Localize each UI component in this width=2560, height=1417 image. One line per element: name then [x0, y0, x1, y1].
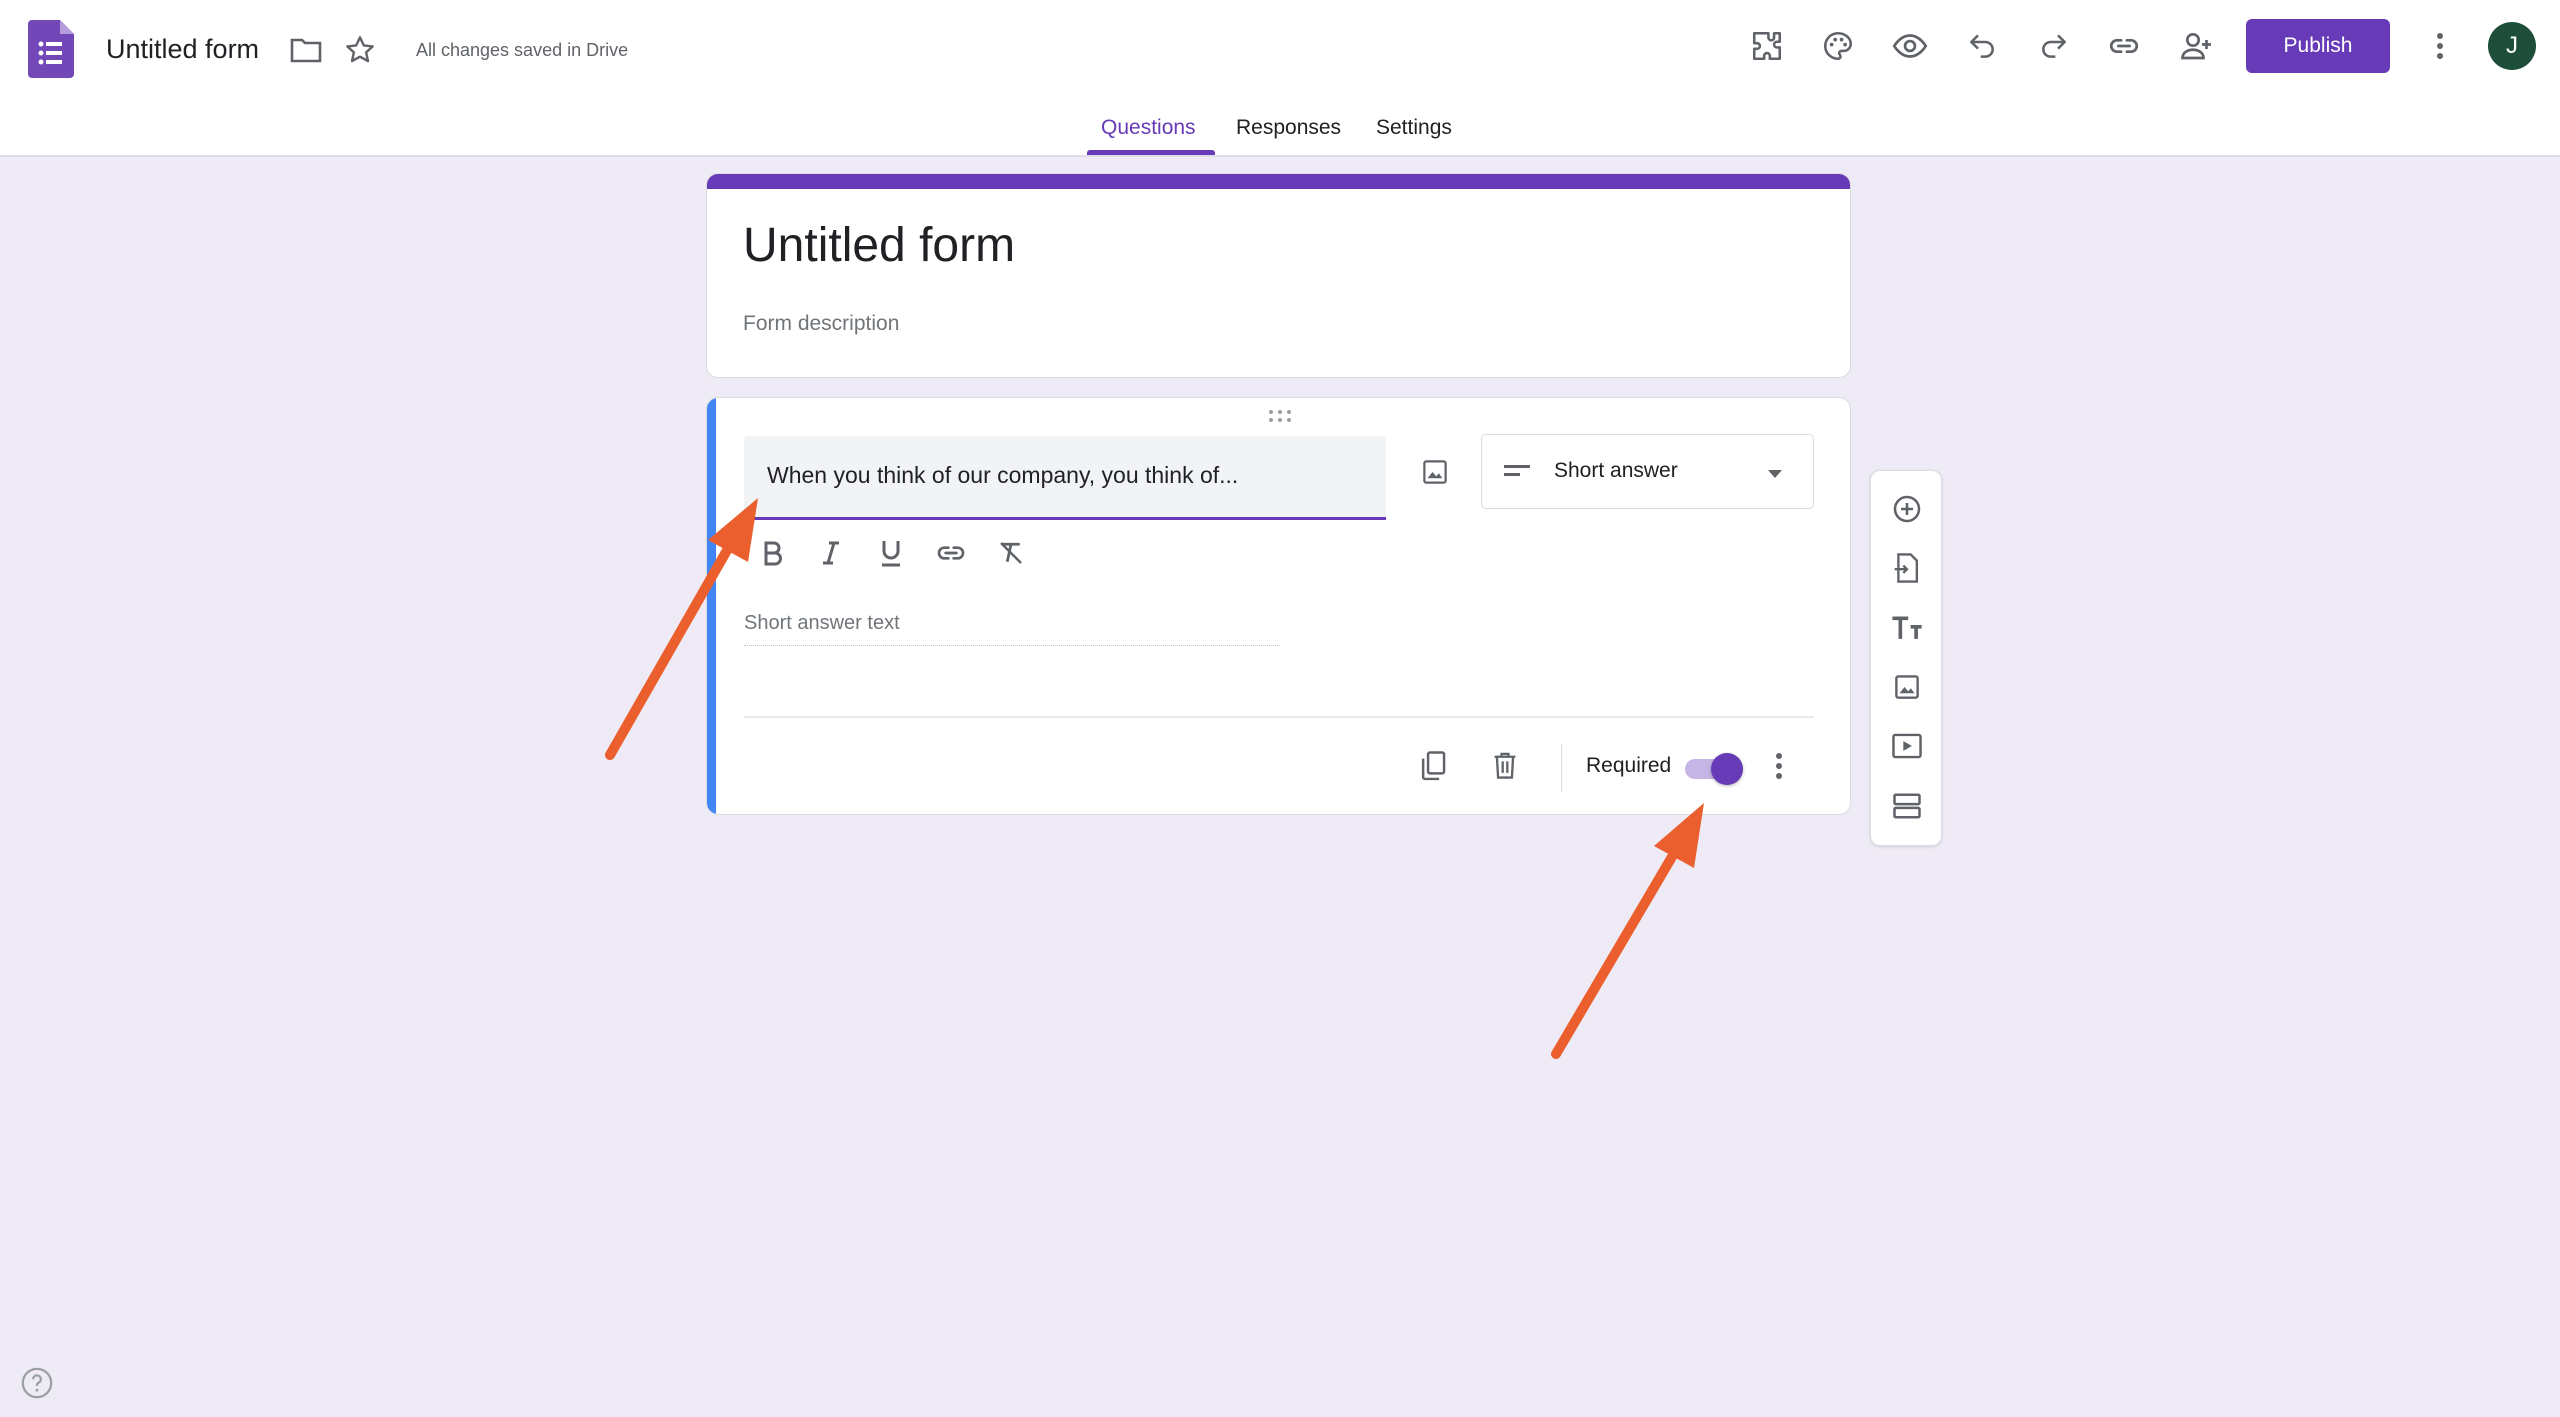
active-question-bar: [707, 398, 716, 814]
required-toggle[interactable]: [1685, 751, 1743, 785]
clear-formatting-icon[interactable]: [991, 533, 1031, 573]
caret-down-icon: [1766, 467, 1784, 485]
preview-icon[interactable]: [1888, 24, 1932, 68]
save-status: All changes saved in Drive: [416, 40, 629, 60]
add-video-icon[interactable]: [1885, 724, 1929, 768]
add-title-icon[interactable]: [1885, 606, 1929, 650]
accent-bar: [707, 174, 1850, 189]
add-collaborator-icon[interactable]: [2174, 24, 2218, 68]
footer-separator: [1561, 744, 1562, 792]
required-label: Required: [1586, 754, 1672, 777]
form-title[interactable]: Untitled form: [743, 218, 1015, 273]
question-title-text: When you think of our company, you think…: [767, 462, 1239, 488]
active-tab-indicator: [1087, 150, 1215, 155]
question-title-input[interactable]: When you think of our company, you think…: [744, 436, 1386, 520]
question-type-dropdown[interactable]: Short answer: [1481, 434, 1814, 509]
toggle-knob: [1711, 753, 1743, 785]
folder-icon[interactable]: [284, 28, 328, 72]
arrow-to-required-toggle: [1551, 803, 1704, 1059]
redo-icon[interactable]: [2032, 24, 2076, 68]
add-image-icon[interactable]: [1885, 665, 1929, 709]
underline-icon[interactable]: [871, 533, 911, 573]
document-title[interactable]: Untitled form: [106, 34, 259, 65]
insert-link-icon[interactable]: [931, 533, 971, 573]
form-title-card[interactable]: Untitled form Form description: [706, 173, 1851, 378]
question-more-vert-icon[interactable]: [1759, 746, 1799, 786]
short-answer-icon: [1504, 463, 1530, 484]
delete-icon[interactable]: [1483, 744, 1527, 788]
publish-button[interactable]: Publish: [2246, 19, 2390, 73]
tab-questions[interactable]: Questions: [1101, 116, 1196, 140]
add-question-icon[interactable]: [1885, 487, 1929, 531]
link-icon[interactable]: [2102, 24, 2146, 68]
help-icon[interactable]: [20, 1366, 54, 1400]
question-card[interactable]: When you think of our company, you think…: [706, 397, 1851, 815]
add-section-icon[interactable]: [1885, 784, 1929, 828]
duplicate-icon[interactable]: [1411, 744, 1455, 788]
star-icon[interactable]: [338, 28, 382, 72]
more-vert-icon[interactable]: [2418, 24, 2462, 68]
undo-icon[interactable]: [1960, 24, 2004, 68]
account-avatar[interactable]: J: [2488, 22, 2536, 70]
palette-icon[interactable]: [1816, 24, 1860, 68]
question-footer-divider: [744, 716, 1814, 718]
short-answer-placeholder: Short answer text: [744, 612, 1280, 646]
forms-logo-icon[interactable]: [28, 20, 74, 78]
tab-responses[interactable]: Responses: [1236, 116, 1341, 140]
top-header: Untitled form All changes saved in Drive…: [0, 0, 2560, 157]
floating-toolbar: [1870, 470, 1942, 846]
drag-handle-icon[interactable]: [1267, 408, 1293, 424]
import-questions-icon[interactable]: [1885, 546, 1929, 590]
form-description-field[interactable]: Form description: [743, 312, 899, 336]
addons-icon[interactable]: [1745, 24, 1789, 68]
tab-settings[interactable]: Settings: [1376, 116, 1452, 140]
bold-icon[interactable]: [753, 533, 793, 573]
italic-icon[interactable]: [811, 533, 851, 573]
add-image-icon[interactable]: [1415, 452, 1455, 492]
question-type-label: Short answer: [1554, 459, 1678, 482]
